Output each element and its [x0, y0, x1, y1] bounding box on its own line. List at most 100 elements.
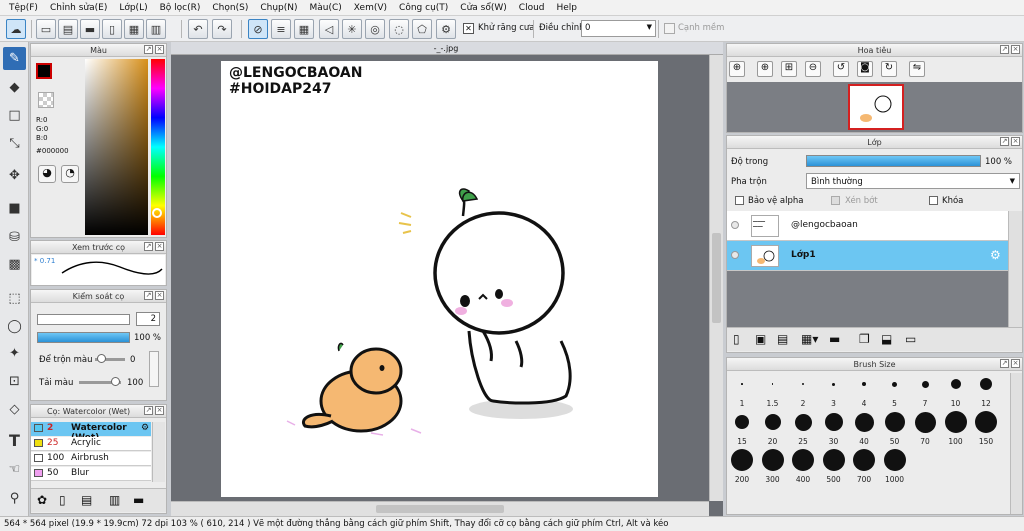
brush-size-option-1000[interactable]: 1000: [880, 448, 910, 484]
settings-icon[interactable]: ⚙: [436, 19, 456, 39]
reload-slider-handle[interactable]: [111, 377, 120, 386]
drawing-canvas[interactable]: @LENGOCBAOAN #HOIDAP247: [221, 61, 658, 497]
protect-alpha-checkbox[interactable]: [735, 196, 744, 205]
eraser-tool-icon[interactable]: ◆: [3, 76, 26, 99]
rotate-reset-icon[interactable]: ◙: [857, 61, 873, 77]
clip-checkbox[interactable]: [831, 196, 840, 205]
gradient-tool-icon[interactable]: ▩: [3, 253, 26, 276]
brush-size-option-2[interactable]: 2: [788, 372, 818, 408]
layer-row-lop1[interactable]: Lớp1 ⚙: [727, 241, 1008, 271]
magic-wand-tool-icon[interactable]: ✦: [3, 342, 26, 365]
hue-handle[interactable]: [152, 208, 162, 218]
new-layer-menu-icon[interactable]: ▦▾: [801, 332, 818, 346]
canvas-vscroll-thumb[interactable]: [712, 233, 721, 323]
brush-size-option-400[interactable]: 400: [788, 448, 818, 484]
palette-icon[interactable]: ◕: [38, 165, 56, 183]
brush-row-watercolor[interactable]: 2 Watercolor (Wet) ⚙: [31, 422, 151, 443]
menu-file[interactable]: Tệp(F): [3, 3, 44, 13]
menu-capture[interactable]: Chụp(N): [254, 3, 303, 13]
canvas-hscroll-thumb[interactable]: [376, 505, 504, 513]
brush-size-option-50[interactable]: 50: [880, 410, 910, 446]
brush-size-option-12[interactable]: 12: [971, 372, 1001, 408]
brush-size-option-70[interactable]: 70: [910, 410, 940, 446]
layer-blend-dropdown[interactable]: Bình thường ▼: [806, 173, 1020, 189]
merge-layer-icon[interactable]: ⬓: [881, 332, 892, 346]
bucket-tool-icon[interactable]: ⛁: [3, 226, 26, 249]
brush-size-option-10[interactable]: 10: [941, 372, 971, 408]
perspective-icon[interactable]: ◁: [319, 19, 339, 39]
new-icon[interactable]: ▭: [36, 19, 56, 39]
copy-layer-icon[interactable]: ❐: [859, 332, 870, 346]
eyedropper-tool-icon[interactable]: ⚲: [3, 487, 26, 510]
select-pen-tool-icon[interactable]: ⊡: [3, 370, 26, 393]
menu-window[interactable]: Cửa sổ(W): [454, 3, 512, 13]
menu-view[interactable]: Xem(V): [348, 3, 393, 13]
brush-list-scrollbar[interactable]: [152, 422, 165, 482]
layer-opacity-slider[interactable]: [806, 155, 981, 167]
text-tool-icon[interactable]: T: [3, 429, 26, 452]
brush-size-input[interactable]: 2: [136, 312, 160, 326]
brush-size-option-3[interactable]: 3: [819, 372, 849, 408]
brush-control-scrollbar[interactable]: [149, 351, 159, 387]
saturation-value-picker[interactable]: [85, 59, 148, 235]
adjust-dropdown[interactable]: 0 ▼: [581, 20, 656, 37]
menu-edit[interactable]: Chỉnh sửa(E): [44, 3, 113, 13]
menu-layer[interactable]: Lớp(L): [113, 3, 153, 13]
zoom-fit-window-icon[interactable]: ⊞: [781, 61, 797, 77]
menu-select[interactable]: Chọn(S): [206, 3, 254, 13]
clear-layer-icon[interactable]: ▭: [905, 332, 916, 346]
brush-size-option-1.5[interactable]: 1.5: [758, 372, 788, 408]
palette-edit-icon[interactable]: ◔: [61, 165, 79, 183]
lock-checkbox[interactable]: [929, 196, 938, 205]
eye-icon[interactable]: [731, 251, 739, 259]
brush-settings-icon[interactable]: ▥: [109, 493, 120, 507]
brush-size-option-300[interactable]: 300: [758, 448, 788, 484]
flip-icon[interactable]: ⇋: [909, 61, 925, 77]
brush-size-option-700[interactable]: 700: [849, 448, 879, 484]
foreground-color-swatch[interactable]: [36, 63, 52, 79]
menu-tools[interactable]: Công cụ(T): [393, 3, 454, 13]
layer-list-scrollbar[interactable]: [1008, 211, 1022, 327]
brush-size-option-5[interactable]: 5: [880, 372, 910, 408]
undo-icon[interactable]: ↶: [188, 19, 208, 39]
eye-icon[interactable]: [731, 221, 739, 229]
new-layer-icon[interactable]: ▯: [733, 332, 740, 346]
navigator-thumbnail[interactable]: [848, 84, 904, 130]
brush-tool-icon[interactable]: ✎: [3, 47, 26, 70]
blend-slider-handle[interactable]: [97, 354, 106, 363]
brush-row-airbrush[interactable]: 100 Airbrush: [31, 452, 151, 466]
menu-cloud[interactable]: Cloud: [513, 3, 551, 13]
fill-rect-tool-icon[interactable]: ■: [3, 197, 26, 220]
cloud-icon[interactable]: ☁: [6, 19, 26, 39]
select-eraser-tool-icon[interactable]: ◇: [3, 398, 26, 421]
brush-size-option-4[interactable]: 4: [849, 372, 879, 408]
document-tab[interactable]: -_-.jpg: [181, 43, 711, 54]
canvas-vertical-scrollbar[interactable]: [709, 55, 723, 501]
new-brush-icon[interactable]: ▯: [59, 493, 66, 507]
layer-row-lengocbaoan[interactable]: ━━━━━ ━━━━ @lengocbaoan: [727, 211, 1008, 241]
soft-edge-checkbox[interactable]: [664, 23, 675, 34]
rotate-left-icon[interactable]: ↺: [833, 61, 849, 77]
lines-icon[interactable]: ≡: [271, 19, 291, 39]
line-tool-icon[interactable]: ⤡: [3, 132, 26, 155]
concentric-icon[interactable]: ◎: [365, 19, 385, 39]
grid-icon[interactable]: ▦: [294, 19, 314, 39]
brush-size-option-1[interactable]: 1: [727, 372, 757, 408]
hand-tool-icon[interactable]: ☜: [3, 458, 26, 481]
zoom-out-icon[interactable]: ⊖: [805, 61, 821, 77]
brush-size-option-40[interactable]: 40: [849, 410, 879, 446]
new-layer-1bit-icon[interactable]: ▣: [755, 332, 766, 346]
transparent-color-swatch[interactable]: [38, 92, 54, 108]
brush-size-option-7[interactable]: 7: [910, 372, 940, 408]
no-stabilizer-icon[interactable]: ⊘: [248, 19, 268, 39]
zoom-in-icon[interactable]: ⊕: [757, 61, 773, 77]
brush-opacity-slider[interactable]: [37, 332, 130, 343]
export-icon[interactable]: ▦: [124, 19, 144, 39]
canvas-horizontal-scrollbar[interactable]: [171, 501, 709, 516]
brush-row-acrylic[interactable]: 25 Acrylic: [31, 437, 151, 451]
select-tool-icon[interactable]: ⬚: [3, 287, 26, 310]
polygon-icon[interactable]: ⬠: [412, 19, 432, 39]
radial-icon[interactable]: ✳: [342, 19, 362, 39]
menu-color[interactable]: Màu(C): [304, 3, 348, 13]
add-brush-icon[interactable]: ✿: [37, 493, 47, 507]
